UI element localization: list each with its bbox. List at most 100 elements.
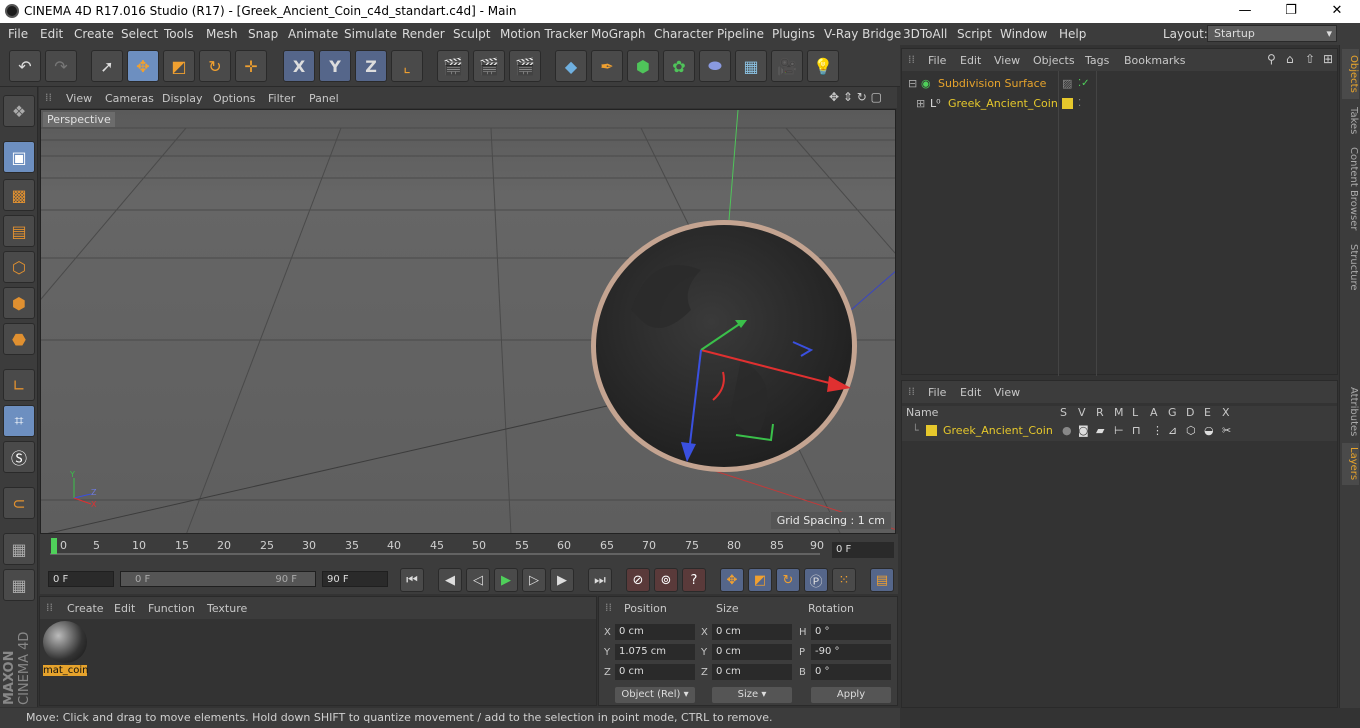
eye-icon[interactable]: ◙ [1078, 421, 1089, 441]
timeline-ruler[interactable]: 0 5 10 15 20 25 30 35 40 45 50 55 60 65 … [40, 534, 898, 564]
key-pla-button[interactable]: ⁙ [832, 568, 856, 592]
layout-dropdown[interactable]: Startup ▾ [1207, 25, 1337, 42]
object-menu-objects[interactable]: Objects [1033, 54, 1075, 67]
live-selection-button[interactable]: ✛ [235, 50, 267, 82]
lock-icon[interactable]: ⊓ [1132, 421, 1141, 441]
search-icon[interactable]: ⚲ [1267, 52, 1276, 66]
model-mode-button[interactable]: ▣ [3, 141, 35, 173]
home-icon[interactable]: ⌂ [1286, 52, 1294, 66]
size-mode-dropdown[interactable]: Size ▾ [712, 687, 792, 703]
record-keys-button[interactable]: ⊘ [626, 568, 650, 592]
menu-character[interactable]: Character [654, 27, 713, 41]
maximize-button[interactable]: ❐ [1268, 0, 1314, 23]
close-button[interactable]: ✕ [1314, 0, 1360, 23]
move-tool-button[interactable]: ✥ [127, 50, 159, 82]
camera-button[interactable]: 🎥 [771, 50, 803, 82]
object-menu-view[interactable]: View [994, 54, 1020, 67]
generator-icon[interactable]: ⊿ [1168, 421, 1177, 441]
minimize-button[interactable]: — [1222, 0, 1268, 23]
select-tool-button[interactable]: ➚ [91, 50, 123, 82]
axis-z-button[interactable]: Z [355, 50, 387, 82]
menu-file[interactable]: File [8, 27, 28, 41]
rotate-tool-button[interactable]: ↻ [199, 50, 231, 82]
object-name[interactable]: Greek_Ancient_Coin [948, 94, 1058, 114]
size-z-field[interactable]: 0 cm [712, 664, 792, 680]
material-menu-edit[interactable]: Edit [114, 602, 135, 615]
size-y-field[interactable]: 0 cm [712, 644, 792, 660]
material-menu-create[interactable]: Create [67, 602, 104, 615]
new-window-icon[interactable]: ⊞ [1323, 52, 1333, 66]
animation-icon[interactable]: ⋮ [1152, 421, 1163, 441]
key-scale-button[interactable]: ◩ [748, 568, 772, 592]
object-row[interactable]: ⊟ ◉ Subdivision Surface ▨ ⁚✓ [902, 74, 1337, 94]
key-position-button[interactable]: ✥ [720, 568, 744, 592]
object-row[interactable]: ⊞ L⁰ Greek_Ancient_Coin ⁚ [902, 94, 1337, 114]
undo-button[interactable]: ↶ [9, 50, 41, 82]
menu-help[interactable]: Help [1059, 27, 1086, 41]
coordinate-mode-dropdown[interactable]: Object (Rel) ▾ [615, 687, 695, 703]
tab-objects[interactable]: Objects [1342, 49, 1359, 99]
viewport-nav-icons[interactable]: ✥ ⇕ ↻ ▢ [829, 90, 882, 104]
planar-workplane-button[interactable]: ▦ [3, 569, 35, 601]
render-view-button[interactable]: 🎬 [437, 50, 469, 82]
menu-script[interactable]: Script [957, 27, 992, 41]
menu-animate[interactable]: Animate [288, 27, 338, 41]
menu-motion-tracker[interactable]: Motion Tracker [500, 27, 588, 41]
layer-menu-file[interactable]: File [928, 386, 946, 399]
menu-window[interactable]: Window [1000, 27, 1047, 41]
deformer-button[interactable]: ⬬ [699, 50, 731, 82]
viewport-menu-panel[interactable]: Panel [309, 92, 339, 105]
greek-ancient-coin[interactable] [596, 225, 852, 467]
menu-select[interactable]: Select [121, 27, 158, 41]
layer-color-swatch[interactable] [926, 425, 937, 436]
visibility-dots-icon[interactable]: ⁚ [1078, 94, 1081, 114]
play-button[interactable]: ▶ [494, 568, 518, 592]
viewport-menu-view[interactable]: View [66, 92, 92, 105]
layer-row[interactable]: └ Greek_Ancient_Coin ● ◙ ▰ ⊢ ⊓ ⋮ ⊿ ⬡ ◒ ✂ [902, 421, 1337, 441]
redo-button[interactable]: ↷ [45, 50, 77, 82]
object-menu-tags[interactable]: Tags [1085, 54, 1109, 67]
menu-mograph[interactable]: MoGraph [591, 27, 646, 41]
material-swatch[interactable]: mat_coin [43, 621, 89, 679]
apply-button[interactable]: Apply [811, 687, 891, 703]
menu-mesh[interactable]: Mesh [206, 27, 238, 41]
viewport-menu-display[interactable]: Display [162, 92, 203, 105]
frame-range-slider[interactable]: 0 F 90 F [120, 571, 316, 587]
timeline-window-button[interactable]: ▤ [870, 568, 894, 592]
xref-icon[interactable]: ✂ [1222, 421, 1231, 441]
menu-simulate[interactable]: Simulate [344, 27, 397, 41]
perspective-viewport[interactable]: Perspective Y Z X Grid Spacing : 1 cm [40, 109, 896, 534]
tab-takes[interactable]: Takes [1342, 103, 1359, 139]
layer-menu-view[interactable]: View [994, 386, 1020, 399]
tweak-mode-button[interactable]: ⌗ [3, 405, 35, 437]
cloner-button[interactable]: ✿ [663, 50, 695, 82]
position-x-field[interactable]: 0 cm [615, 624, 695, 640]
axis-y-button[interactable]: Y [319, 50, 351, 82]
material-menu-texture[interactable]: Texture [207, 602, 247, 615]
viewport-menu-options[interactable]: Options [213, 92, 255, 105]
pen-spline-button[interactable]: ✒ [591, 50, 623, 82]
collapse-icon[interactable]: ⊟ [908, 74, 917, 94]
workplane-mode-button[interactable]: ▤ [3, 215, 35, 247]
deformer-icon[interactable]: ⬡ [1186, 421, 1196, 441]
menu-edit[interactable]: Edit [40, 27, 63, 41]
menu-vray-bridge[interactable]: V-Ray Bridge [824, 27, 901, 41]
rotation-p-field[interactable]: -90 ° [811, 644, 891, 660]
subdivision-button[interactable]: ⬢ [627, 50, 659, 82]
menu-create[interactable]: Create [74, 27, 114, 41]
prev-frame-button[interactable]: ◁ [466, 568, 490, 592]
material-menu-function[interactable]: Function [148, 602, 195, 615]
scale-tool-button[interactable]: ◩ [163, 50, 195, 82]
visibility-dots-icon[interactable]: ⁚✓ [1078, 74, 1090, 94]
render-clapper-icon[interactable]: ▰ [1096, 421, 1104, 441]
tab-content-browser[interactable]: Content Browser [1342, 143, 1359, 235]
current-frame-field[interactable]: 0 F [832, 542, 894, 558]
menu-snap[interactable]: Snap [248, 27, 278, 41]
key-rotation-button[interactable]: ↻ [776, 568, 800, 592]
position-y-field[interactable]: 1.075 cm [615, 644, 695, 660]
key-parameter-button[interactable]: Ⓟ [804, 568, 828, 592]
menu-sculpt[interactable]: Sculpt [453, 27, 490, 41]
menu-pipeline[interactable]: Pipeline [717, 27, 764, 41]
tab-structure[interactable]: Structure [1342, 239, 1359, 295]
render-picture-viewer-button[interactable]: 🎬 [473, 50, 505, 82]
